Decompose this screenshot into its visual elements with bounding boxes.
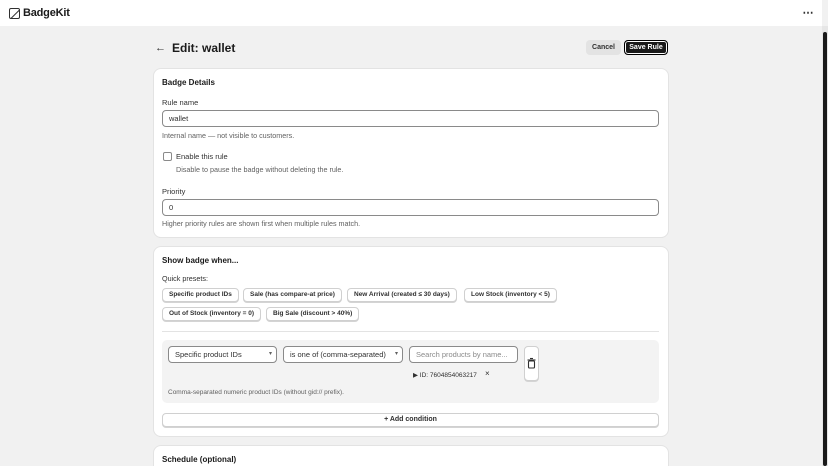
app-name: BadgeKit (23, 7, 70, 19)
enable-rule-checkbox[interactable] (163, 152, 172, 161)
badge-details-card: Badge Details Rule name wallet Internal … (154, 69, 668, 237)
preset-specific-product-ids[interactable]: Specific product IDs (162, 288, 239, 302)
more-actions-icon[interactable]: ⋯ (803, 6, 815, 19)
priority-help: Higher priority rules are shown first wh… (162, 219, 361, 228)
select-chevron-icon: ▾ (268, 351, 272, 357)
product-search-input[interactable]: Search products by name... (409, 346, 518, 363)
preset-new-arrival[interactable]: New Arrival (created ≤ 30 days) (347, 288, 457, 302)
trash-icon (527, 357, 536, 369)
enable-rule-label[interactable]: Enable this rule (176, 152, 228, 161)
condition-operator-value: is one of (comma-separated) (290, 350, 386, 359)
preset-out-of-stock[interactable]: Out of Stock (inventory = 0) (162, 307, 262, 321)
add-condition-button[interactable]: + Add condition (162, 413, 659, 427)
quick-presets-label: Quick presets: (162, 274, 208, 283)
cancel-button[interactable]: Cancel (586, 40, 621, 55)
remove-tag-icon[interactable]: × (485, 369, 490, 378)
priority-input[interactable]: 0 (162, 199, 659, 216)
schedule-card: Schedule (optional) (154, 446, 668, 466)
presets-divider (162, 331, 659, 332)
condition-field-value: Specific product IDs (175, 350, 242, 359)
product-id-tag[interactable]: ▶ ID: 7604854063217 (413, 371, 477, 379)
scrollbar-thumb[interactable] (823, 32, 827, 466)
preset-low-stock[interactable]: Low Stock (inventory < 5) (464, 288, 557, 302)
back-arrow-icon[interactable]: ← (155, 42, 166, 54)
preset-sale[interactable]: Sale (has compare-at price) (243, 288, 342, 302)
rule-name-label: Rule name (162, 98, 199, 107)
condition-operator-select[interactable]: is one of (comma-separated) ▾ (283, 346, 403, 363)
enable-rule-help: Disable to pause the badge without delet… (176, 165, 344, 174)
badge-details-title: Badge Details (162, 78, 215, 87)
select-chevron-icon: ▾ (394, 351, 398, 357)
rule-name-input[interactable]: wallet (162, 110, 659, 127)
delete-condition-button[interactable] (524, 346, 539, 381)
schedule-title: Schedule (optional) (162, 455, 237, 464)
show-badge-when-card: Show badge when... Quick presets: Specif… (154, 247, 668, 436)
page-title: Edit: wallet (172, 41, 236, 55)
save-rule-button[interactable]: Save Rule (624, 40, 668, 55)
condition-row: Specific product IDs ▾ is one of (comma-… (162, 340, 659, 403)
show-badge-when-title: Show badge when... (162, 256, 239, 265)
rule-name-help: Internal name — not visible to customers… (162, 131, 295, 140)
condition-help: Comma-separated numeric product IDs (wit… (168, 389, 344, 396)
badgekit-logo-icon (9, 7, 20, 19)
condition-field-select[interactable]: Specific product IDs ▾ (168, 346, 277, 363)
priority-label: Priority (162, 187, 186, 196)
page-header: ← Edit: wallet Cancel Save Rule (155, 39, 668, 57)
preset-big-sale[interactable]: Big Sale (discount > 40%) (266, 307, 360, 321)
top-bar: BadgeKit ⋯ (0, 0, 822, 26)
